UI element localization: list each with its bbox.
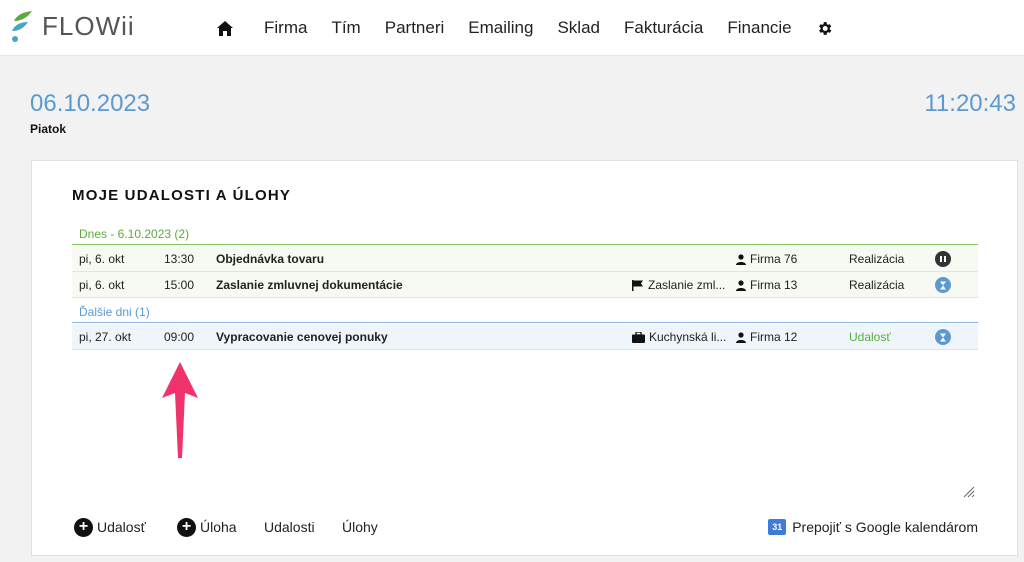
- nav-item-emailing[interactable]: Emailing: [468, 18, 533, 38]
- add-event-label: Udalosť: [97, 519, 146, 535]
- row-tag-label: Zaslanie zml...: [648, 278, 726, 292]
- table-row[interactable]: pi, 6. okt 13:30 Objednávka tovaru Firma…: [72, 246, 978, 272]
- row-day: pi, 6. okt: [79, 278, 125, 292]
- row-firm-label: Firma 13: [750, 278, 798, 292]
- annotation-arrow-icon: [162, 362, 198, 458]
- person-icon: [736, 253, 746, 265]
- flag-icon: [632, 279, 643, 291]
- plus-circle-icon: +: [74, 517, 93, 537]
- panel-footer: + Udalosť + Úloha Udalosti Úlohy 31 Prep…: [72, 517, 978, 537]
- table-row[interactable]: pi, 6. okt 15:00 Zaslanie zmluvnej dokum…: [72, 272, 978, 298]
- resize-handle-icon[interactable]: [963, 486, 975, 498]
- events-link[interactable]: Udalosti: [264, 517, 315, 537]
- google-calendar-label: Prepojiť s Google kalendárom: [792, 519, 978, 535]
- nav-item-financie[interactable]: Financie: [727, 18, 791, 38]
- nav-item-tim[interactable]: Tím: [331, 18, 360, 38]
- row-day: pi, 27. okt: [79, 330, 132, 344]
- row-firm-label: Firma 76: [750, 252, 798, 266]
- table-row[interactable]: pi, 27. okt 09:00 Vypracovanie cenovej p…: [72, 324, 978, 350]
- current-time: 11:20:43: [924, 90, 1016, 117]
- person-icon: [736, 331, 746, 343]
- add-task-label: Úloha: [200, 519, 237, 535]
- row-firm[interactable]: Firma 13: [736, 272, 797, 298]
- row-title[interactable]: Vypracovanie cenovej ponuky: [216, 324, 388, 350]
- google-calendar-icon: 31: [768, 519, 787, 535]
- hourglass-icon[interactable]: [935, 329, 951, 345]
- row-day: pi, 6. okt: [79, 252, 125, 266]
- row-time: 09:00: [164, 330, 195, 344]
- row-status: Udalosť: [849, 330, 891, 344]
- hourglass-icon[interactable]: [935, 277, 951, 293]
- gear-icon[interactable]: [816, 19, 834, 37]
- briefcase-icon: [632, 331, 645, 343]
- current-date: 06.10.2023: [30, 90, 151, 117]
- row-title[interactable]: Zaslanie zmluvnej dokumentácie: [216, 272, 403, 298]
- logo-icon: [12, 11, 32, 42]
- brand-name: FLOWii: [42, 10, 135, 41]
- add-event-button[interactable]: + Udalosť: [74, 517, 146, 537]
- home-icon[interactable]: [216, 19, 234, 37]
- flowii-logo[interactable]: FLOWii: [10, 6, 135, 46]
- nav-item-fakturacia[interactable]: Fakturácia: [624, 18, 703, 38]
- main-nav: Firma Tím Partneri Emailing Sklad Faktur…: [216, 0, 834, 56]
- row-status: Realizácia: [849, 252, 905, 266]
- nav-item-partneri[interactable]: Partneri: [385, 18, 445, 38]
- top-navigation-bar: FLOWii Firma Tím Partneri Emailing Sklad…: [0, 0, 1024, 56]
- row-status: Realizácia: [849, 278, 905, 292]
- row-time: 15:00: [164, 278, 195, 292]
- row-time: 13:30: [164, 252, 195, 266]
- plus-circle-icon: +: [177, 517, 196, 537]
- row-firm[interactable]: Firma 12: [736, 324, 797, 350]
- row-firm[interactable]: Firma 76: [736, 246, 797, 272]
- row-firm-label: Firma 12: [750, 330, 798, 344]
- row-tag[interactable]: Zaslanie zml...: [632, 272, 730, 298]
- row-tag-label: Kuchynská li...: [649, 330, 727, 344]
- row-tag[interactable]: Kuchynská li...: [632, 324, 730, 350]
- current-weekday: Piatok: [30, 122, 67, 136]
- nav-item-firma[interactable]: Firma: [264, 18, 307, 38]
- google-calendar-link[interactable]: 31 Prepojiť s Google kalendárom: [768, 517, 978, 537]
- nav-item-sklad[interactable]: Sklad: [557, 18, 600, 38]
- person-icon: [736, 279, 746, 291]
- tasks-link[interactable]: Úlohy: [342, 517, 378, 537]
- section-today-header: Dnes - 6.10.2023 (2): [72, 223, 978, 245]
- row-title[interactable]: Objednávka tovaru: [216, 246, 324, 272]
- panel-title: MOJE UDALOSTI A ÚLOHY: [72, 187, 292, 204]
- section-next-days-header: Ďalšie dni (1): [72, 301, 978, 323]
- add-task-button[interactable]: + Úloha: [177, 517, 237, 537]
- pause-icon[interactable]: [935, 251, 951, 267]
